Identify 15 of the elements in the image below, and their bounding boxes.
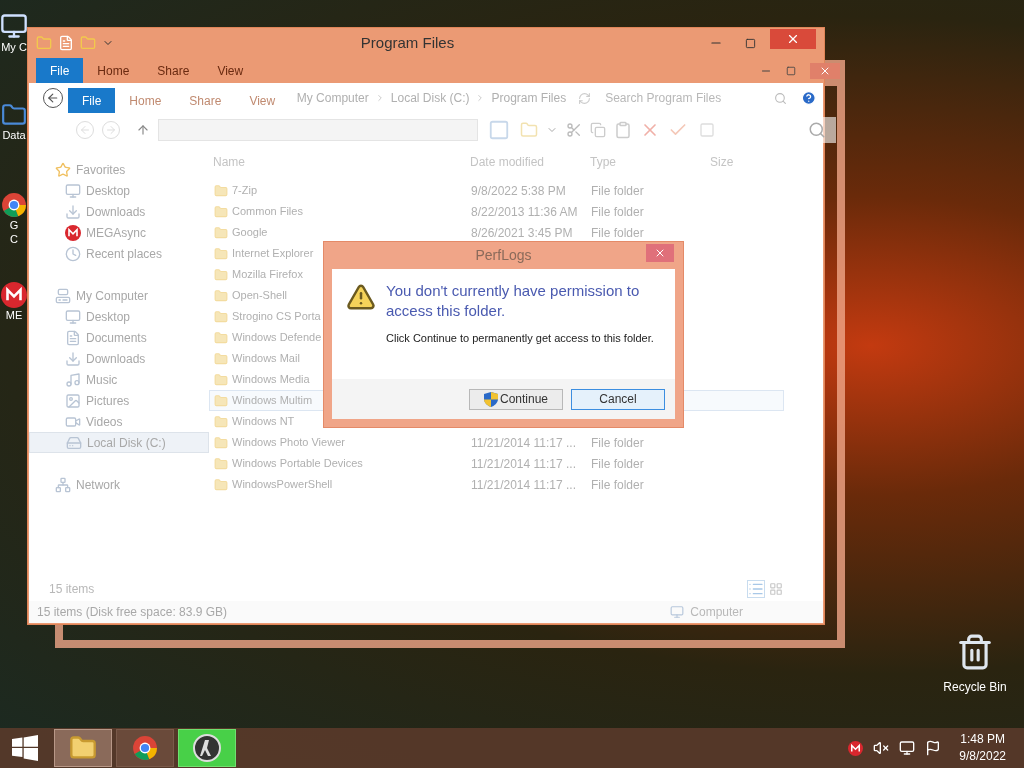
desktop-icon-label: G: [9, 218, 19, 232]
recycle-bin-label: Recycle Bin: [943, 679, 1007, 696]
clock-date: 9/8/2022: [959, 748, 1006, 765]
item-count: 15 items: [49, 581, 96, 598]
dialog-message: Click Continue to permanently get access to this folder.: [386, 331, 655, 346]
dialog-heading: You don't currently have permission to access this folder.: [386, 281, 641, 321]
window-title: Program Files: [360, 32, 455, 53]
desktop-icon-label: My C: [1, 40, 27, 54]
desktop-icon-label: C: [10, 232, 18, 246]
desktop-icon-label: ME: [5, 308, 23, 322]
desktop-icon-label: Data: [2, 128, 26, 142]
dialog-title: PerfLogs: [475, 246, 532, 265]
clock-time: 1:48 PM: [960, 731, 1005, 748]
status-text: 15 items (Disk free space: 83.9 GB): [37, 604, 229, 621]
location-label: Computer: [690, 604, 743, 621]
